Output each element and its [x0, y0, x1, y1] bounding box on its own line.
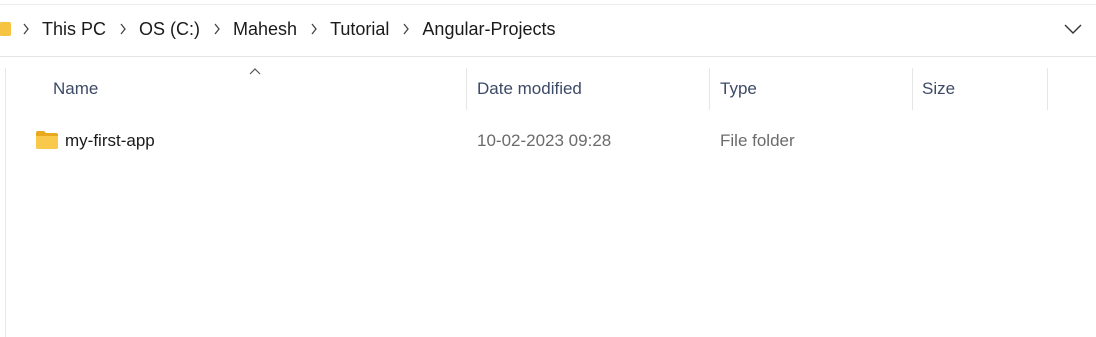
chevron-right-icon[interactable] [212, 17, 221, 41]
address-bar[interactable]: This PC OS (C:) Mahesh Tutorial Angular-… [0, 0, 1096, 57]
column-date-modified[interactable]: Date modified [477, 68, 707, 110]
address-history-dropdown[interactable] [1061, 17, 1085, 41]
breadcrumb-this-pc[interactable]: This PC [42, 19, 106, 40]
breadcrumb-tutorial[interactable]: Tutorial [330, 19, 389, 40]
file-name[interactable]: my-first-app [65, 121, 455, 161]
column-header: Name Date modified Type Size [0, 68, 1096, 110]
chevron-right-icon[interactable] [118, 17, 127, 41]
column-size[interactable]: Size [922, 68, 1042, 110]
file-row[interactable]: my-first-app 10-02-2023 09:28 File folde… [0, 121, 1096, 161]
chevron-down-icon[interactable] [1061, 17, 1085, 41]
breadcrumb-angular-projects[interactable]: Angular-Projects [422, 19, 555, 40]
column-divider[interactable] [709, 68, 710, 110]
file-size [922, 121, 1042, 161]
file-date-modified: 10-02-2023 09:28 [477, 131, 612, 150]
folder-icon [0, 22, 11, 36]
column-divider[interactable] [912, 68, 913, 110]
column-divider[interactable] [466, 68, 467, 110]
breadcrumb: This PC OS (C:) Mahesh Tutorial Angular-… [0, 17, 555, 41]
breadcrumb-os-c[interactable]: OS (C:) [139, 19, 200, 40]
column-type[interactable]: Type [720, 68, 910, 110]
chevron-right-icon[interactable] [21, 17, 30, 41]
chevron-right-icon[interactable] [309, 17, 318, 41]
column-divider[interactable] [1047, 68, 1048, 110]
folder-icon [36, 131, 58, 149]
column-name[interactable]: Name [53, 68, 463, 110]
chevron-right-icon[interactable] [401, 17, 410, 41]
file-type: File folder [720, 131, 795, 150]
breadcrumb-mahesh[interactable]: Mahesh [233, 19, 297, 40]
